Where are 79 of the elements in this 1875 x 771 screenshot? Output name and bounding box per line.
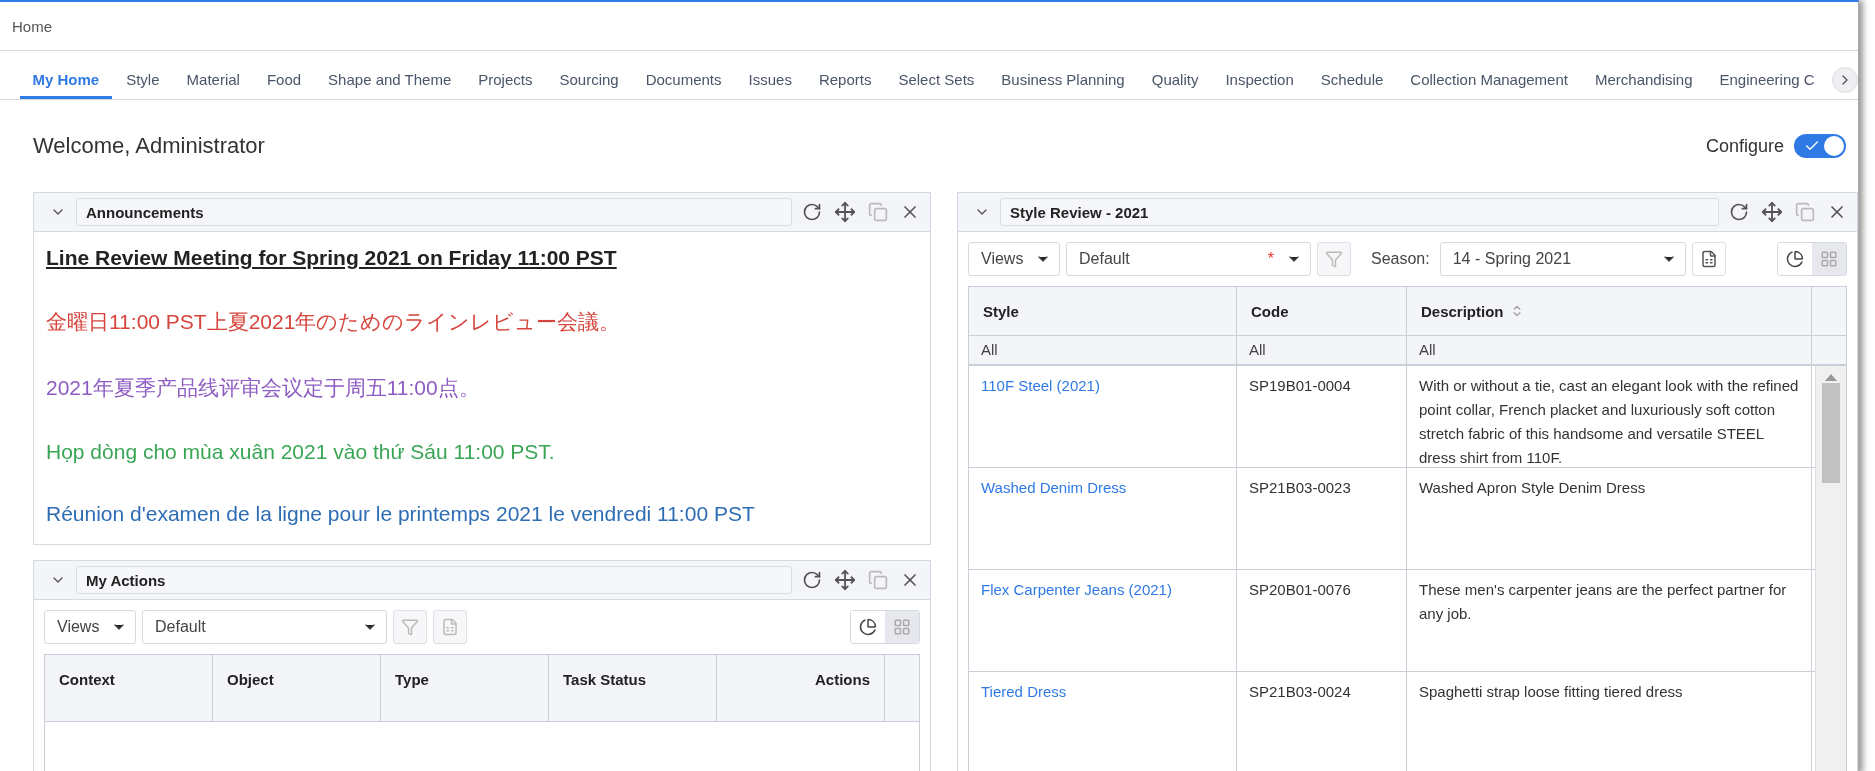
- table-cell: Spaghetti strap loose fitting tiered dress: [1407, 672, 1812, 771]
- configure-label: Configure: [1705, 135, 1784, 157]
- nav-tab[interactable]: Schedule: [1308, 71, 1396, 99]
- column-header[interactable]: Task Status: [549, 655, 717, 721]
- view-dropdown[interactable]: Default *: [1066, 242, 1311, 276]
- filter-cell[interactable]: All: [1237, 336, 1407, 364]
- copy-icon[interactable]: [866, 568, 890, 592]
- nav-tab[interactable]: Reports: [806, 71, 884, 99]
- move-icon[interactable]: [832, 567, 858, 593]
- table-cell: SP21B03-0023: [1237, 468, 1407, 569]
- filter-cell[interactable]: All: [1407, 336, 1812, 364]
- clear-filter-button[interactable]: [393, 610, 427, 644]
- style-link[interactable]: 110F Steel (2021): [981, 377, 1100, 394]
- grid-icon: [1820, 250, 1838, 268]
- nav-tab[interactable]: Shape and Theme: [315, 71, 464, 99]
- scrollbar[interactable]: [1815, 366, 1846, 771]
- table-cell: With or without a tie, cast an elegant look with the refined point collar, French placket and luxuriously soft cotton stretch fabric of this handsome and versatile STEEL dress shirt from 110F.: [1407, 366, 1812, 467]
- nav-tab[interactable]: Material: [174, 71, 253, 99]
- move-icon[interactable]: [1759, 199, 1785, 225]
- required-mark: *: [1267, 250, 1274, 268]
- clear-filter-button[interactable]: [1317, 242, 1351, 276]
- nav-tab[interactable]: Inspection: [1212, 71, 1307, 99]
- move-icon[interactable]: [832, 199, 858, 225]
- column-header[interactable]: Description: [1407, 287, 1812, 335]
- nav-tab[interactable]: Merchandising: [1582, 71, 1705, 99]
- table-cell: These men's carpenter jeans are the perfect partner for any job.: [1407, 570, 1812, 671]
- column-header[interactable]: Type: [381, 655, 549, 721]
- nav-tab[interactable]: Documents: [633, 71, 735, 99]
- excel-export-button[interactable]: [1691, 242, 1726, 276]
- nav-tab[interactable]: Sourcing: [546, 71, 632, 99]
- column-header[interactable]: Context: [45, 655, 213, 721]
- panel-title: My Actions: [76, 566, 792, 594]
- configure-switch[interactable]: [1794, 134, 1846, 158]
- nav-tab[interactable]: My Home: [20, 71, 112, 99]
- page-title: Home: [12, 17, 52, 35]
- copy-icon[interactable]: [866, 200, 890, 224]
- column-header[interactable]: Code: [1237, 287, 1407, 335]
- column-header[interactable]: Style: [969, 287, 1237, 335]
- season-label: Season:: [1371, 250, 1430, 268]
- views-dropdown[interactable]: Views: [44, 610, 136, 644]
- welcome-heading: Welcome, Administrator: [33, 133, 265, 159]
- announcement-text: Họp dòng cho mùa xuân 2021 vào thứ Sáu 11:00 PST.: [46, 440, 556, 464]
- nav-tab[interactable]: Business Planning: [988, 71, 1138, 99]
- filter-icon: [401, 618, 419, 636]
- filter-icon: [1325, 250, 1343, 268]
- panel-title: Style Review - 2021: [1000, 198, 1719, 226]
- nav-tab[interactable]: Style: [113, 71, 173, 99]
- style-link[interactable]: Washed Denim Dress: [981, 479, 1127, 496]
- grid-icon: [893, 618, 911, 636]
- column-header[interactable]: Object: [213, 655, 381, 721]
- table-cell: Washed Apron Style Denim Dress: [1407, 468, 1812, 569]
- pie-chart-icon: [1786, 250, 1804, 268]
- filter-cell[interactable]: All: [969, 336, 1237, 364]
- view-dropdown[interactable]: Default: [142, 610, 387, 644]
- column-header[interactable]: Actions: [717, 655, 885, 721]
- spreadsheet-icon: [1699, 250, 1718, 268]
- announcement-text: Réunion d'examen de la ligne pour le printemps 2021 le vendredi 11:00 PST: [46, 502, 756, 526]
- table-cell: SP19B01-0004: [1237, 366, 1407, 467]
- announcement-heading: Line Review Meeting for Spring 2021 on Friday 11:00 PST: [46, 246, 618, 270]
- copy-icon[interactable]: [1793, 200, 1817, 224]
- views-dropdown[interactable]: Views: [968, 242, 1060, 276]
- scroll-right-button[interactable]: [1832, 67, 1858, 93]
- nav-tab[interactable]: Food: [254, 71, 314, 99]
- nav-tab[interactable]: Select Sets: [885, 71, 987, 99]
- nav-tab[interactable]: Projects: [465, 71, 545, 99]
- season-dropdown[interactable]: 14 - Spring 2021: [1439, 242, 1686, 276]
- nav-tab[interactable]: Issues: [736, 71, 805, 99]
- style-link[interactable]: Flex Carpenter Jeans (2021): [981, 581, 1172, 598]
- announcement-text: 金曜日11:00 PST上夏2021年のためのラインレビュー会議。: [46, 309, 622, 335]
- nav-tab[interactable]: Collection Management: [1397, 71, 1581, 99]
- panel-title: Announcements: [76, 198, 792, 226]
- table-cell: SP21B03-0024: [1237, 672, 1407, 771]
- style-link[interactable]: Tiered Dress: [981, 683, 1067, 700]
- nav-tab[interactable]: Quality: [1139, 71, 1211, 99]
- spreadsheet-icon: [441, 618, 459, 636]
- announcement-text: 2021年夏季产品线评审会议定于周五11:00点。: [46, 375, 481, 401]
- pie-chart-icon: [859, 618, 877, 636]
- nav-tab[interactable]: Engineering C: [1707, 71, 1828, 99]
- table-cell: SP20B01-0076: [1237, 570, 1407, 671]
